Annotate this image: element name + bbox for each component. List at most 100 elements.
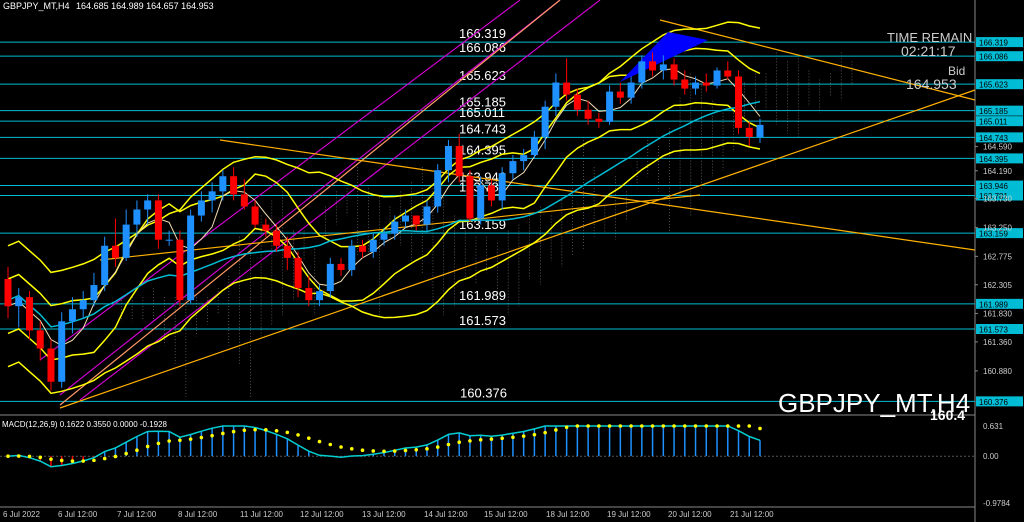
candle-body	[90, 285, 98, 301]
candle-body	[380, 233, 388, 240]
level-axis-text: 165.011	[979, 118, 1008, 127]
macd-signal-dot	[446, 442, 451, 447]
candle-body	[101, 245, 109, 286]
candle-body	[208, 191, 216, 201]
candle-body	[4, 279, 12, 307]
level-axis-text: 163.946	[979, 182, 1008, 191]
macd-signal-dot	[264, 428, 268, 432]
level-label: 161.573	[459, 313, 506, 328]
macd-signal-dot	[532, 432, 537, 437]
level-axis-text: 166.086	[979, 53, 1008, 62]
macd-signal-dot	[554, 428, 558, 432]
price-chart[interactable]: 166.319166.319166.086166.086165.623165.6…	[0, 0, 1024, 522]
candle-body	[79, 300, 87, 310]
macd-signal-dot	[307, 436, 311, 440]
macd-signal-dot	[349, 447, 354, 451]
macd-signal-dot	[371, 449, 376, 453]
bid-value: 164.953	[906, 76, 957, 92]
candle-body	[444, 146, 452, 171]
candle-body	[47, 348, 55, 382]
macd-signal-dot	[564, 425, 569, 430]
candle-body	[713, 70, 721, 86]
header-symbol: GBPJPY_MT,H4 164.685 164.989 164.657 164…	[3, 1, 214, 11]
candle-body	[230, 176, 238, 195]
candle-body	[670, 64, 678, 80]
y-tick-label: 162.305	[983, 281, 1012, 290]
candle-body	[434, 170, 442, 207]
candle-body	[337, 263, 345, 270]
candle-body	[541, 106, 549, 137]
candle-body	[423, 206, 431, 225]
candle-body	[616, 91, 624, 98]
macd-signal-dot	[49, 457, 53, 461]
candle-body	[735, 76, 743, 128]
x-tick-label: 13 Jul 12:00	[362, 510, 406, 519]
macd-signal-dot	[70, 459, 75, 463]
candle-body	[369, 239, 377, 252]
y-tick-label: 161.830	[983, 309, 1012, 318]
macd-signal-dot	[38, 455, 43, 460]
macd-signal-dot	[27, 454, 32, 459]
candle-body	[68, 309, 76, 322]
macd-tick-label: 0.631	[983, 422, 1004, 431]
macd-label: MACD(12,26,9) 0.1622 0.3550 0.0000 -0.19…	[2, 420, 168, 429]
time-remain-value: 02:21:17	[901, 43, 956, 59]
level-axis-text: 161.989	[979, 300, 1008, 309]
candle-body	[15, 297, 23, 307]
candle-body	[552, 82, 560, 107]
macd-signal-dot	[113, 454, 118, 459]
y-tick-label: 164.190	[983, 167, 1012, 176]
symbol-label: GBPJPY_MT,H4	[3, 1, 70, 11]
level-axis-text: 164.395	[979, 155, 1008, 164]
macd-signal-dot	[156, 441, 161, 446]
macd-tick-label: -0.9784	[983, 499, 1011, 508]
y-tick-label: 163.730	[983, 195, 1012, 204]
macd-signal-dot	[489, 437, 494, 441]
macd-signal-dot	[543, 430, 547, 435]
macd-signal-dot	[145, 444, 150, 449]
level-label: 160.376	[460, 385, 507, 400]
x-tick-label: 6 Jul 12:00	[58, 510, 98, 519]
candle-body	[498, 173, 506, 201]
macd-signal-dot	[715, 424, 719, 428]
candle-body	[659, 64, 667, 71]
macd-signal-dot	[59, 458, 64, 463]
macd-signal-dot	[414, 448, 419, 452]
macd-signal-dot	[285, 430, 290, 435]
candle-body	[606, 91, 614, 122]
candle-body	[197, 200, 205, 216]
macd-signal-dot	[521, 434, 526, 438]
candle-body	[154, 200, 162, 240]
macd-signal-dot	[468, 439, 472, 443]
candle-body	[745, 127, 753, 137]
level-axis-text: 165.623	[979, 81, 1008, 90]
candle-body	[36, 330, 44, 349]
x-tick-label: 21 Jul 12:00	[730, 510, 774, 519]
macd-signal-dot	[640, 424, 644, 428]
candle-body	[25, 297, 33, 331]
chart-window: 166.319 166.319 166.086 166.086 165.623 165.6…	[0, 0, 1024, 522]
macd-signal-dot	[650, 424, 655, 428]
macd-signal-dot	[274, 428, 279, 433]
x-tick-label: 12 Jul 12:00	[300, 510, 344, 519]
macd-signal-dot	[16, 454, 21, 458]
candle-body	[477, 185, 485, 219]
candle-body	[595, 118, 603, 122]
candle-body	[122, 224, 130, 258]
macd-signal-dot	[296, 433, 300, 437]
candle-body	[487, 185, 495, 201]
macd-signal-dot	[188, 437, 193, 441]
candle-body	[756, 124, 764, 137]
macd-signal-dot	[425, 447, 429, 451]
macd-signal-dot	[167, 439, 171, 443]
candle-body	[563, 82, 571, 95]
x-tick-label: 18 Jul 12:00	[546, 510, 590, 519]
macd-signal-dot	[124, 451, 128, 456]
candle-body	[240, 194, 248, 207]
candle-body	[251, 206, 259, 225]
macd-signal-dot	[102, 456, 107, 461]
level-axis-text: 165.185	[979, 107, 1008, 116]
level-axis-text: 166.319	[979, 39, 1008, 48]
y-tick-label: 162.775	[983, 252, 1012, 261]
candle-body	[638, 61, 646, 83]
